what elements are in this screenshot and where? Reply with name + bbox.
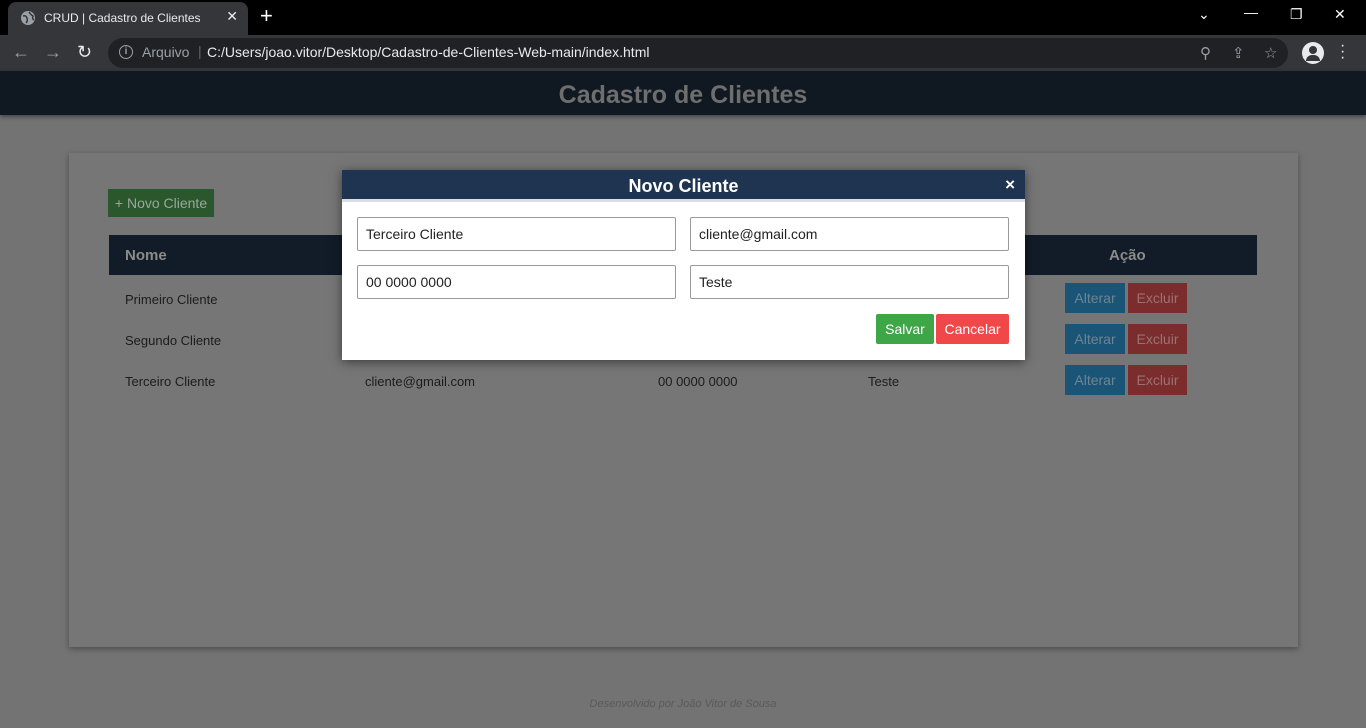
modal-title: Novo Cliente [628,176,739,196]
reload-icon[interactable]: ↻ [77,42,92,62]
city-field[interactable] [690,265,1009,299]
globe-icon [21,11,35,25]
cancel-button[interactable]: Cancelar [936,314,1009,344]
column-header-name: Nome [125,247,167,264]
site-header: Cadastro de Clientes [0,71,1366,115]
browser-tab[interactable]: CRUD | Cadastro de Clientes ✕ [8,2,248,35]
tab-search-chevron-icon[interactable]: ⌄ [1198,6,1210,23]
edit-button[interactable]: Alterar [1065,365,1125,395]
bookmark-star-icon[interactable]: ☆ [1264,44,1277,62]
delete-button[interactable]: Excluir [1128,283,1187,313]
back-icon[interactable]: ← [12,42,30,62]
column-header-action: Ação [1109,247,1146,264]
footer-credit: Desenvolvido por João Vitor de Sousa [589,698,777,710]
forward-icon[interactable]: → [44,42,62,62]
page-title: Cadastro de Clientes [558,81,808,109]
new-client-modal: Novo Cliente × Salvar Cancelar [342,170,1025,360]
cell-name: Segundo Cliente [125,333,222,348]
share-icon[interactable]: ⇪ [1232,44,1245,62]
zoom-icon[interactable]: ⚲ [1200,44,1211,62]
save-button[interactable]: Salvar [876,314,934,344]
tab-close-icon[interactable]: ✕ [226,8,238,25]
phone-field[interactable] [357,265,676,299]
delete-button[interactable]: Excluir [1128,365,1187,395]
address-url[interactable]: C:/Users/joao.vitor/Desktop/Cadastro-de-… [207,44,649,60]
table-row: Terceiro Cliente cliente@gmail.com 00 00… [109,359,1257,400]
delete-button[interactable]: Excluir [1128,324,1187,354]
address-separator: | [198,43,202,59]
name-field[interactable] [357,217,676,251]
minimize-icon[interactable]: — [1244,4,1258,20]
modal-header: Novo Cliente × [342,170,1025,202]
browser-toolbar: ← → ↻ i Arquivo | C:/Users/joao.vitor/De… [0,35,1366,71]
profile-avatar-icon[interactable] [1302,42,1324,64]
browser-tab-bar: CRUD | Cadastro de Clientes ✕ + ⌄ — ❐ ✕ [0,0,1366,35]
info-icon[interactable]: i [119,45,133,59]
new-client-button[interactable]: + Novo Cliente [108,189,214,217]
email-field[interactable] [690,217,1009,251]
cell-city: Teste [868,374,900,389]
window-close-icon[interactable]: ✕ [1334,6,1346,23]
edit-button[interactable]: Alterar [1065,283,1125,313]
tab-title: CRUD | Cadastro de Clientes [44,11,201,25]
cell-phone: 00 0000 0000 [658,374,738,389]
address-scheme: Arquivo [142,44,190,60]
cell-name: Primeiro Cliente [125,292,218,307]
cell-name: Terceiro Cliente [125,374,216,389]
new-tab-icon[interactable]: + [260,5,273,27]
modal-close-icon[interactable]: × [1005,175,1015,195]
edit-button[interactable]: Alterar [1065,324,1125,354]
restore-icon[interactable]: ❐ [1290,6,1303,23]
menu-kebab-icon[interactable]: · · · [1340,38,1345,66]
address-bar[interactable]: i Arquivo | C:/Users/joao.vitor/Desktop/… [108,38,1288,68]
cell-email: cliente@gmail.com [365,374,476,389]
